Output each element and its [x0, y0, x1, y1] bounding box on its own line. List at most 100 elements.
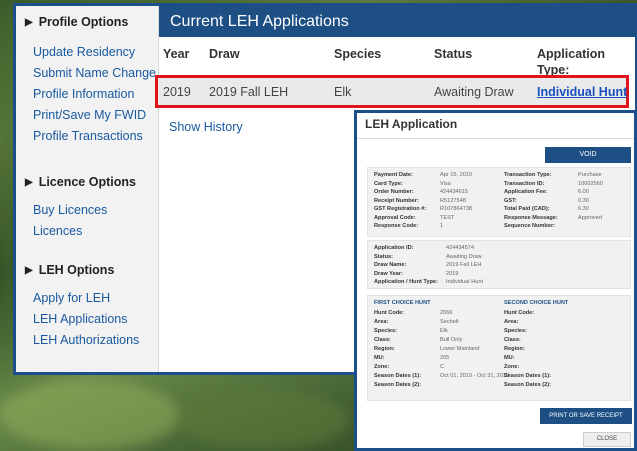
field-label: Order Number:	[374, 189, 414, 195]
field-value: Sechelt	[440, 319, 459, 325]
field-value: Approved	[578, 214, 602, 221]
field-value: 0.30	[578, 197, 589, 204]
field-value: TEST	[440, 214, 455, 221]
profile-options-section: ▶ Profile Options Update Residency Submi…	[16, 8, 159, 147]
page-title: Current LEH Applications	[159, 6, 635, 37]
print-save-receipt-button[interactable]: PRINT OR SAVE RECEIPT	[540, 408, 632, 424]
sidebar-item-leh-authorizations[interactable]: LEH Authorizations	[16, 330, 159, 351]
leh-options-section: ▶ LEH Options Apply for LEH LEH Applicat…	[16, 256, 159, 351]
field-value: Individual Hunt	[446, 279, 484, 285]
licence-options-section: ▶ Licence Options Buy Licences Licences	[16, 168, 159, 242]
field-value: R107864738	[440, 206, 473, 212]
field-label: GST Registration #:	[374, 206, 427, 212]
void-button[interactable]: VOID	[545, 147, 631, 163]
field-label: Season Dates (2):	[504, 382, 551, 388]
field-label: Response Code:	[374, 223, 419, 229]
field-label: MU:	[504, 355, 515, 361]
field-label: Species:	[374, 328, 398, 334]
sidebar-item-apply-for-leh[interactable]: Apply for LEH	[16, 288, 159, 309]
profile-options-heading[interactable]: ▶ Profile Options	[16, 8, 159, 36]
field-label: Area:	[374, 319, 389, 325]
column-header-species: Species	[334, 47, 382, 61]
field-label: Area:	[504, 319, 519, 325]
application-info-panel: Application ID: 424434574 Status: Awaiting …	[367, 240, 631, 289]
field-label: Class:	[504, 337, 521, 343]
field-value: 205	[440, 355, 450, 361]
individual-hunt-link[interactable]: Individual Hunt	[537, 84, 627, 100]
leh-options-heading[interactable]: ▶ LEH Options	[16, 256, 159, 284]
section-heading-label: LEH Options	[38, 263, 115, 277]
column-header-application: Application	[537, 47, 606, 61]
cell-year: 2019	[163, 85, 191, 99]
sidebar-item-buy-licences[interactable]: Buy Licences	[16, 200, 159, 221]
field-label: MU:	[374, 355, 385, 361]
field-label: Zone:	[504, 364, 520, 370]
second-choice-heading: SECOND CHOICE HUNT	[504, 300, 569, 306]
field-label: Status:	[374, 253, 393, 260]
field-label: Class:	[374, 337, 391, 343]
field-label: Zone:	[374, 364, 390, 370]
section-heading-label: Licence Options	[38, 175, 136, 189]
field-value: 2019 Fall LEH	[446, 262, 482, 268]
field-label: Card Type:	[374, 180, 403, 187]
section-heading-label: Profile Options	[38, 15, 129, 29]
sidebar-item-submit-name-change[interactable]: Submit Name Change	[16, 63, 159, 84]
licence-options-heading[interactable]: ▶ Licence Options	[16, 168, 159, 196]
field-label: GST:	[504, 197, 517, 204]
sidebar-item-profile-transactions[interactable]: Profile Transactions	[16, 126, 159, 147]
expand-triangle-icon: ▶	[25, 264, 33, 276]
field-label: Season Dates (1):	[374, 373, 421, 379]
field-label: Receipt Number:	[374, 197, 419, 204]
sidebar-item-leh-applications[interactable]: LEH Applications	[16, 309, 159, 330]
expand-triangle-icon: ▶	[25, 16, 33, 28]
payment-panel: Payment Date: Apr 15, 2019 Card Type: Visa O…	[367, 167, 631, 237]
field-label: Application / Hunt Type:	[374, 279, 438, 285]
field-label: Payment Date:	[374, 172, 413, 178]
cell-status: Awaiting Draw	[434, 85, 514, 99]
column-header-status: Status	[434, 47, 473, 61]
leh-application-modal: LEH Application VOID Payment Date: Apr 15…	[354, 110, 637, 451]
modal-title: LEH Application	[365, 117, 458, 131]
field-value: 2019	[446, 270, 459, 277]
field-value: 2066	[440, 310, 453, 316]
background-foliage	[0, 0, 14, 375]
field-label: Draw Year:	[374, 270, 403, 277]
field-value: 6.30	[578, 206, 589, 212]
field-value: Awaiting Draw	[446, 253, 482, 260]
field-label: Season Dates (1):	[504, 373, 551, 379]
field-label: Draw Name:	[374, 262, 407, 268]
field-label: Region:	[374, 346, 395, 352]
field-label: Application Fee:	[504, 189, 548, 195]
field-value: Visa	[440, 180, 451, 187]
field-value: Oct 01, 2019 - Oct 31, 2019	[440, 373, 510, 379]
background-foliage	[0, 380, 180, 450]
show-history-link[interactable]: Show History	[169, 120, 243, 134]
field-value: 6.00	[578, 189, 589, 195]
sidebar-item-print-save-fwid[interactable]: Print/Save My FWID	[16, 105, 159, 126]
hunt-choices-panel: FIRST CHOICE HUNT SECOND CHOICE HUNT Hun…	[367, 295, 631, 401]
field-label: Total Paid (CAD):	[504, 206, 550, 212]
field-label: Response Message:	[504, 214, 558, 221]
background-foliage	[180, 390, 350, 450]
column-header-draw: Draw	[209, 47, 240, 61]
cell-draw: 2019 Fall LEH	[209, 85, 289, 99]
column-header-year: Year	[163, 47, 190, 61]
close-button[interactable]: CLOSE	[583, 432, 631, 447]
field-label: Region:	[504, 346, 525, 352]
sidebar-item-licences[interactable]: Licences	[16, 221, 159, 242]
field-value: Purchase	[578, 172, 602, 178]
field-label: Transaction Type:	[504, 172, 552, 178]
field-value: 10002560	[578, 180, 603, 187]
sidebar-item-profile-information[interactable]: Profile Information	[16, 84, 159, 105]
cell-species: Elk	[334, 85, 352, 99]
divider	[357, 138, 634, 139]
field-label: Hunt Code:	[374, 310, 405, 316]
field-label: Transaction ID:	[504, 180, 545, 187]
field-value: Lower Mainland	[440, 346, 480, 352]
sidebar-item-update-residency[interactable]: Update Residency	[16, 42, 159, 63]
field-value: Elk	[440, 328, 448, 334]
field-label: Application ID:	[374, 245, 414, 251]
first-choice-heading: FIRST CHOICE HUNT	[374, 300, 431, 306]
field-value: 1	[440, 223, 444, 229]
field-value: C	[440, 364, 445, 370]
